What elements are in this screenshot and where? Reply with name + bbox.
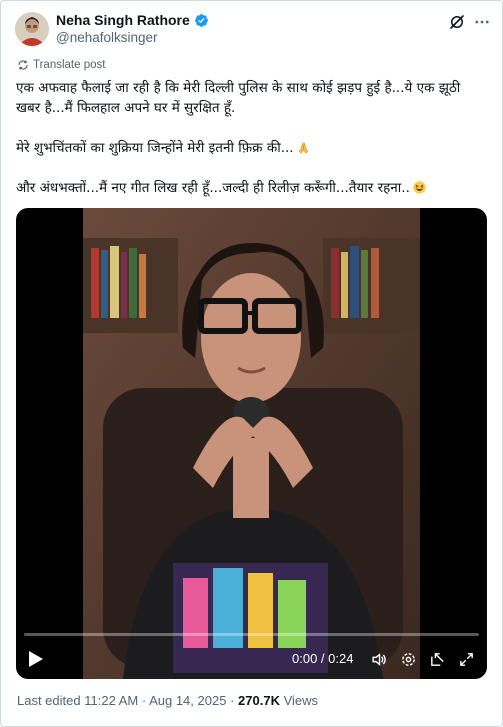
author-handle[interactable]: @nehafolksinger: [56, 30, 158, 45]
play-icon[interactable]: [28, 650, 44, 668]
grok-icon[interactable]: [448, 13, 466, 31]
verified-badge-icon: [194, 13, 208, 27]
video-controls: 0:00 / 0:24: [16, 644, 487, 674]
meta-separator-views: ·: [230, 693, 235, 708]
post-time[interactable]: 11:22 AM: [84, 693, 138, 708]
fullscreen-icon[interactable]: [458, 651, 475, 668]
meta-separator: ·: [141, 693, 147, 708]
avatar-image: [15, 12, 49, 46]
post-card: Neha Singh Rathore @nehafolksinger Trans…: [0, 0, 503, 727]
post-date[interactable]: Aug 14, 2025: [149, 693, 226, 708]
post-meta: Last edited 11:22 AM · Aug 14, 2025 · 27…: [17, 693, 318, 708]
author-name-row: Neha Singh Rathore: [56, 12, 209, 28]
translate-post-link[interactable]: Translate post: [17, 59, 105, 71]
post-paragraph-3: और अंधभक्तों...मैं नए गीत लिख रही हूँ...…: [16, 178, 486, 198]
translate-label: Translate post: [33, 59, 106, 71]
author-display-name[interactable]: Neha Singh Rathore: [56, 12, 190, 28]
video-progress-bar[interactable]: [24, 633, 479, 636]
grinning-squinting-face-emoji-icon: [413, 181, 426, 194]
author-avatar[interactable]: [15, 12, 49, 46]
post-paragraph-1: एक अफवाह फैलाई जा रही है कि मेरी दिल्ली …: [16, 80, 461, 116]
video-player[interactable]: 0:00 / 0:24: [16, 208, 487, 679]
video-time: 0:00 / 0:24: [292, 651, 354, 666]
translate-icon: [18, 60, 28, 70]
views-count[interactable]: 270.7K: [238, 693, 280, 708]
views-label: Views: [283, 693, 319, 708]
folded-hands-emoji-icon: [298, 142, 308, 154]
more-options-icon[interactable]: [473, 13, 491, 31]
post-paragraph-2: मेरे शुभचिंतकों का शुक्रिया जिन्होंने मे…: [16, 138, 486, 158]
volume-icon[interactable]: [371, 651, 388, 668]
post-paragraph-2-text: मेरे शुभचिंतकों का शुक्रिया जिन्होंने मे…: [16, 140, 294, 156]
video-frame: [83, 208, 420, 679]
picture-in-picture-icon[interactable]: [429, 651, 446, 668]
edited-label[interactable]: Last edited: [17, 693, 81, 708]
settings-gear-icon[interactable]: [400, 651, 417, 668]
post-paragraph-3-text: और अंधभक्तों...मैं नए गीत लिख रही हूँ...…: [16, 180, 410, 196]
